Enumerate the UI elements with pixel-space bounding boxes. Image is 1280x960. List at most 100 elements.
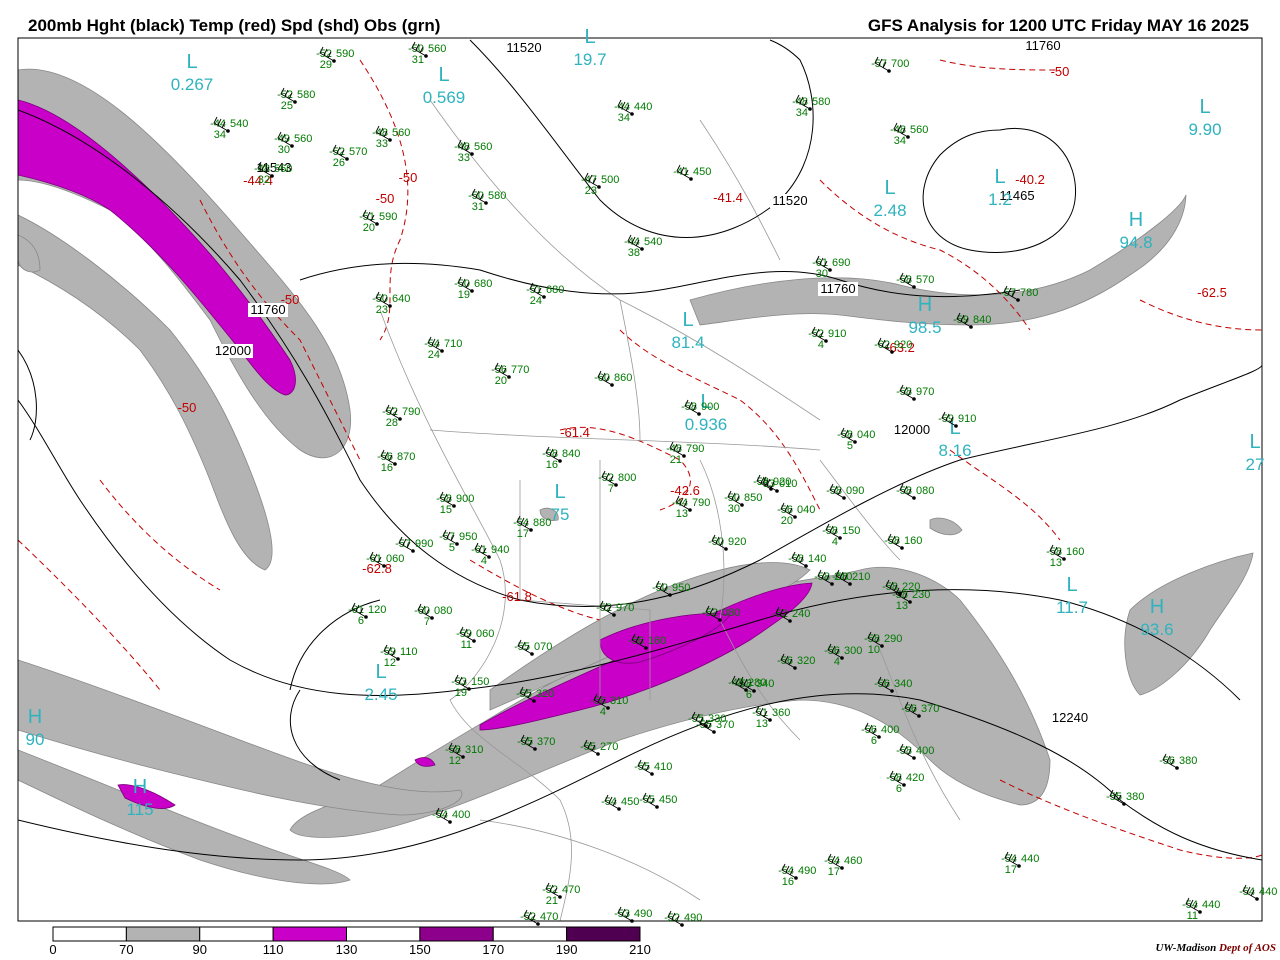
station-observation: -52 490 [664,910,702,927]
station-height: 500 [601,174,619,186]
station-dewpoint-depression: 13 [676,508,688,520]
station-dewpoint-depression: 38 [628,247,640,259]
station-height: 850 [744,492,762,504]
colorbar-tick-label: 170 [482,942,504,957]
colorbar-tick-label: 150 [409,942,431,957]
station-height: 060 [386,553,404,565]
station-height: 560 [294,133,312,145]
pressure-center-letter: L [884,177,895,199]
temperature-label: -62.5 [1197,285,1227,300]
temperature-label: -42.6 [670,483,700,498]
station-dewpoint-depression: 25 [281,100,293,112]
station-dewpoint-depression: 24 [428,349,440,361]
station-height: 560 [274,163,292,175]
height-contour-label: 12000 [894,422,930,437]
station-dewpoint-depression: 6 [358,615,364,627]
pressure-center-value: 11.7 [1056,598,1088,617]
station-height: 490 [798,865,816,877]
pressure-center-value: 27 [1246,455,1265,474]
station-height: 310 [610,695,628,707]
station-height: 360 [772,707,790,719]
temperature-label: -41.4 [713,190,743,205]
station-dewpoint-depression: 30 [278,144,290,156]
station-height: 400 [916,745,934,757]
pressure-center-letter: L [554,481,565,503]
pressure-center-value: 2.48 [873,201,906,220]
colorbar-tick-label: 70 [119,942,133,957]
pressure-center-value: 75 [551,505,570,524]
station-height: 560 [392,127,410,139]
colorbar-tick-label: 90 [193,942,207,957]
pressure-center-value: 98.5 [908,318,941,337]
credit-department: Dept of AOS [1218,942,1276,954]
height-contour-label: 12240 [1052,710,1088,725]
pressure-center-value: 93.6 [1140,620,1173,639]
station-dewpoint-depression: 12 [449,755,461,767]
station-height: 910 [958,413,976,425]
station-dewpoint-depression: 19 [455,687,467,699]
station-dewpoint-depression: 6 [896,783,902,795]
station-dewpoint-depression: 17 [517,528,529,540]
station-height: 330 [708,713,726,725]
station-height: 220 [902,581,920,593]
station-dewpoint-depression: 23 [585,185,597,197]
pressure-center-value: 81.4 [671,333,704,352]
station-height: 560 [474,141,492,153]
station-height: 490 [684,912,702,924]
station-height: 380 [1179,755,1197,767]
station-height: 900 [701,401,719,413]
station-dewpoint-depression: 10 [868,644,880,656]
station-height: 790 [402,406,420,418]
station-dewpoint-depression: 32 [258,174,270,186]
station-dewpoint-depression: 34 [618,112,630,124]
station-dewpoint-depression: 30 [816,268,828,280]
station-height: 680 [546,284,564,296]
colorbar-swatch [419,926,494,942]
temperature-label: -50 [399,170,418,185]
pressure-center-value: 2.45 [364,685,397,704]
station-height: 210 [852,571,870,583]
station-dewpoint-depression: 28 [386,417,398,429]
station-dewpoint-depression: 34 [214,129,226,141]
station-height: 450 [621,796,639,808]
temperature-label: -61.4 [560,425,590,440]
station-dewpoint-depression: 13 [756,718,768,730]
station-height: 920 [894,339,912,351]
station-height: 300 [844,645,862,657]
station-dewpoint-depression: 4 [600,706,606,718]
station-height: 420 [906,772,924,784]
height-contour-label: 11520 [772,193,807,208]
station-dewpoint-depression: 34 [894,135,906,147]
station-height: 160 [1066,546,1084,558]
colorbar-swatch [52,926,127,942]
map-background [18,38,1262,921]
station-height: 570 [349,146,367,158]
station-dewpoint-depression: 21 [546,895,558,907]
station-height: 320 [536,688,554,700]
station-height: 700 [891,58,909,70]
station-dewpoint-depression: 20 [495,375,507,387]
station-dewpoint-depression: 31 [412,54,424,66]
station-height: 460 [844,855,862,867]
colorbar-tick-label: 0 [49,942,56,957]
station-dewpoint-depression: 17 [828,866,840,878]
station-dewpoint-depression: 17 [1005,864,1017,876]
station-height: 090 [846,485,864,497]
pressure-center-letter: L [682,309,693,331]
station-dewpoint-depression: 11 [1187,910,1198,922]
height-contour-label: 11520 [506,40,541,55]
station-height: 580 [488,190,506,202]
station-height: 150 [842,525,860,537]
pressure-center-value: 94.8 [1119,233,1152,252]
station-dewpoint-depression: 16 [381,462,393,474]
station-dewpoint-depression: 30 [728,503,740,515]
pressure-center-letter: L [186,51,197,73]
station-dewpoint-depression: 33 [458,152,470,164]
credit-institution: UW-Madison [1155,942,1217,954]
pressure-center-letter: H [918,294,932,316]
station-height: 060 [476,628,494,640]
station-height: 280 [748,677,766,689]
station-height: 080 [722,607,740,619]
station-height: 010 [779,478,797,490]
station-dewpoint-depression: 5 [449,542,455,554]
